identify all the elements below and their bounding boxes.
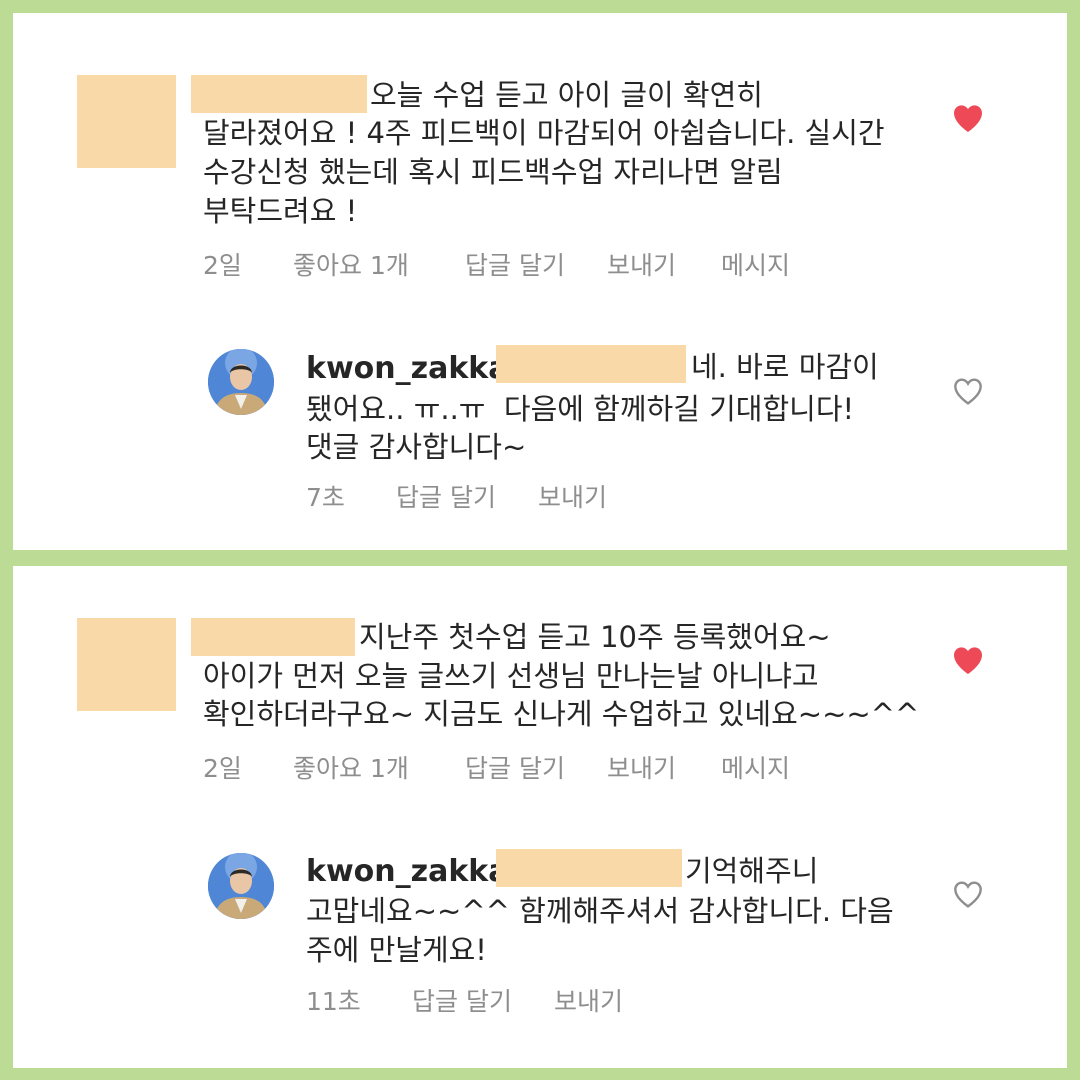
likes-count[interactable]: 좋아요 1개 [293,251,409,281]
avatar[interactable] [208,853,274,919]
heart-outline-icon[interactable] [952,376,984,406]
send-button[interactable]: 보내기 [554,987,623,1017]
comment-text-line: 오늘 수업 듣고 아이 글이 확연히 [370,78,763,112]
likes-count[interactable]: 좋아요 1개 [293,754,409,784]
reply-username[interactable]: kwon_zakka [306,351,509,387]
redacted-avatar [77,618,176,711]
redacted-mention [496,849,682,887]
heart-filled-icon[interactable] [952,103,984,133]
timestamp: 2일 [203,754,242,783]
send-button[interactable]: 보내기 [607,251,676,281]
reply-username[interactable]: kwon_zakka [306,854,509,890]
comment-meta-row: 2일 좋아요 1개 답글 달기 보내기 메시지 [203,754,903,784]
comment-text-line: 부탁드려요 ! [203,194,358,228]
comment-text-line: 아이가 먼저 오늘 글쓰기 선생님 만나는날 아니냐고 [203,659,819,693]
reply-text-line: 주에 만날게요! [306,933,487,967]
reply-text-line: 고맙네요~~^^ 함께해주셔서 감사합니다. 다음 [306,894,894,928]
redacted-username [191,618,355,656]
message-button[interactable]: 메시지 [721,754,790,784]
timestamp: 2일 [203,251,242,280]
comment-card-1: 오늘 수업 듣고 아이 글이 확연히 달라졌어요 ! 4주 피드백이 마감되어 … [13,13,1067,550]
comment-meta-row: 2일 좋아요 1개 답글 달기 보내기 메시지 [203,251,903,281]
reply-text-line: 댓글 감사합니다~ [306,430,527,464]
reply-text-line: 기억해주니 [685,854,819,888]
heart-outline-icon[interactable] [952,879,984,909]
message-button[interactable]: 메시지 [721,251,790,281]
profile-photo [208,349,274,415]
send-button[interactable]: 보내기 [607,754,676,784]
comment-text-line: 확인하더라구요~ 지금도 신나게 수업하고 있네요~~~^^ [203,697,920,731]
reply-button[interactable]: 답글 달기 [465,754,565,784]
redacted-username [191,75,367,113]
reply-meta-row: 7초 답글 달기 보내기 [306,483,806,513]
comment-text-line: 지난주 첫수업 듣고 10주 등록했어요~ [359,620,831,654]
reply-button[interactable]: 답글 달기 [396,483,496,513]
heart-filled-icon[interactable] [952,645,984,675]
redacted-avatar [77,75,176,168]
reply-button[interactable]: 답글 달기 [465,251,565,281]
comment-card-2: 지난주 첫수업 듣고 10주 등록했어요~ 아이가 먼저 오늘 글쓰기 선생님 … [13,566,1067,1068]
timestamp: 7초 [306,483,345,512]
reply-text-line: 네. 바로 마감이 [691,350,879,384]
comment-text-line: 수강신청 했는데 혹시 피드백수업 자리나면 알림 [203,155,783,189]
avatar[interactable] [208,349,274,415]
profile-photo [208,853,274,919]
reply-text-line: 됐어요.. ㅠ..ㅠ 다음에 함께하길 기대합니다! [306,392,855,426]
reply-button[interactable]: 답글 달기 [412,987,512,1017]
timestamp: 11초 [306,987,361,1016]
reply-meta-row: 11초 답글 달기 보내기 [306,987,806,1017]
comment-text-line: 달라졌어요 ! 4주 피드백이 마감되어 아쉽습니다. 실시간 [203,116,885,150]
redacted-mention [496,345,686,383]
send-button[interactable]: 보내기 [538,483,607,513]
